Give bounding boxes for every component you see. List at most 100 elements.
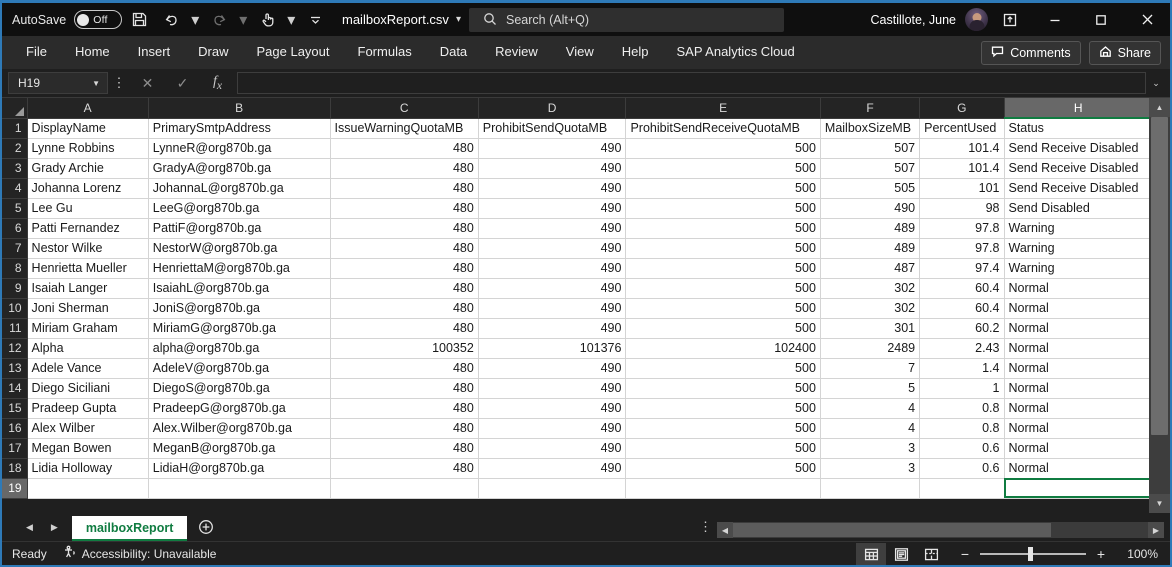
name-box-chevron-down-icon[interactable]: ▼ [92, 79, 100, 88]
row-header-11[interactable]: 11 [2, 318, 28, 339]
column-header-a[interactable]: A [27, 98, 149, 119]
row-header-9[interactable]: 9 [2, 278, 28, 299]
cell-D9[interactable]: 490 [478, 278, 627, 299]
cell-G10[interactable]: 60.4 [919, 298, 1005, 319]
zoom-level[interactable]: 100% [1114, 547, 1158, 561]
normal-view-icon[interactable] [856, 543, 886, 565]
scroll-down-icon[interactable]: ▼ [1149, 494, 1170, 513]
cell-G15[interactable]: 0.8 [919, 398, 1005, 419]
cell-B11[interactable]: MiriamG@org870b.ga [148, 318, 331, 339]
cell-G13[interactable]: 1.4 [919, 358, 1005, 379]
cell-D16[interactable]: 490 [478, 418, 627, 439]
cell-D1[interactable]: ProhibitSendQuotaMB [478, 118, 627, 139]
cell-A17[interactable]: Megan Bowen [27, 438, 149, 459]
ribbon-tab-review[interactable]: Review [482, 39, 551, 65]
cell-A5[interactable]: Lee Gu [27, 198, 149, 219]
cell-G9[interactable]: 60.4 [919, 278, 1005, 299]
cell-F7[interactable]: 489 [820, 238, 921, 259]
cell-C19[interactable] [330, 478, 479, 499]
cell-F8[interactable]: 487 [820, 258, 921, 279]
ribbon-tab-formulas[interactable]: Formulas [345, 39, 425, 65]
row-header-6[interactable]: 6 [2, 218, 28, 239]
cell-D7[interactable]: 490 [478, 238, 627, 259]
cell-B15[interactable]: PradeepG@org870b.ga [148, 398, 331, 419]
column-header-f[interactable]: F [820, 98, 921, 119]
row-header-7[interactable]: 7 [2, 238, 28, 259]
vertical-scroll-thumb[interactable] [1151, 117, 1168, 435]
cell-A11[interactable]: Miriam Graham [27, 318, 149, 339]
cell-A9[interactable]: Isaiah Langer [27, 278, 149, 299]
row-header-16[interactable]: 16 [2, 418, 28, 439]
cell-H8[interactable]: Warning [1004, 258, 1153, 279]
cell-B17[interactable]: MeganB@org870b.ga [148, 438, 331, 459]
ribbon-tab-sap-analytics-cloud[interactable]: SAP Analytics Cloud [664, 39, 808, 65]
row-header-2[interactable]: 2 [2, 138, 28, 159]
cell-C5[interactable]: 480 [330, 198, 479, 219]
cell-C2[interactable]: 480 [330, 138, 479, 159]
zoom-in-button[interactable]: + [1094, 546, 1108, 562]
cell-H16[interactable]: Normal [1004, 418, 1153, 439]
cell-D11[interactable]: 490 [478, 318, 627, 339]
zoom-out-button[interactable]: − [958, 546, 972, 562]
cell-C11[interactable]: 480 [330, 318, 479, 339]
cell-A1[interactable]: DisplayName [27, 118, 149, 139]
add-sheet-icon[interactable] [187, 513, 225, 541]
ribbon-display-options-icon[interactable] [988, 3, 1032, 36]
cell-E1[interactable]: ProhibitSendReceiveQuotaMB [625, 118, 821, 139]
cell-G14[interactable]: 1 [919, 378, 1005, 399]
cell-H7[interactable]: Warning [1004, 238, 1153, 259]
cell-E9[interactable]: 500 [625, 278, 821, 299]
cell-B4[interactable]: JohannaL@org870b.ga [148, 178, 331, 199]
ribbon-tab-page-layout[interactable]: Page Layout [244, 39, 343, 65]
row-header-1[interactable]: 1 [2, 118, 28, 139]
cancel-icon[interactable]: ✕ [130, 72, 165, 94]
cell-A13[interactable]: Adele Vance [27, 358, 149, 379]
cell-A6[interactable]: Patti Fernandez [27, 218, 149, 239]
comments-button[interactable]: Comments [981, 40, 1081, 65]
cell-H12[interactable]: Normal [1004, 338, 1153, 359]
cell-B19[interactable] [148, 478, 331, 499]
document-title-chevron-down-icon[interactable]: ▾ [456, 14, 461, 25]
cell-A12[interactable]: Alpha [27, 338, 149, 359]
scroll-up-icon[interactable]: ▲ [1149, 98, 1170, 117]
cell-D12[interactable]: 101376 [478, 338, 627, 359]
cell-H15[interactable]: Normal [1004, 398, 1153, 419]
cell-E16[interactable]: 500 [625, 418, 821, 439]
cell-H19[interactable] [1004, 478, 1153, 499]
cell-C12[interactable]: 100352 [330, 338, 479, 359]
zoom-slider[interactable] [980, 547, 1086, 561]
cell-C13[interactable]: 480 [330, 358, 479, 379]
previous-sheet-icon[interactable]: ◀ [26, 522, 33, 533]
column-header-c[interactable]: C [330, 98, 479, 119]
undo-dropdown-chevron-down-icon[interactable]: ▾ [188, 7, 202, 33]
cell-C16[interactable]: 480 [330, 418, 479, 439]
row-header-12[interactable]: 12 [2, 338, 28, 359]
cell-D5[interactable]: 490 [478, 198, 627, 219]
cell-E13[interactable]: 500 [625, 358, 821, 379]
cell-E18[interactable]: 500 [625, 458, 821, 479]
cell-C15[interactable]: 480 [330, 398, 479, 419]
cell-H9[interactable]: Normal [1004, 278, 1153, 299]
cell-F16[interactable]: 4 [820, 418, 921, 439]
cell-F2[interactable]: 507 [820, 138, 921, 159]
row-header-13[interactable]: 13 [2, 358, 28, 379]
cell-E11[interactable]: 500 [625, 318, 821, 339]
cell-C1[interactable]: IssueWarningQuotaMB [330, 118, 479, 139]
cell-D17[interactable]: 490 [478, 438, 627, 459]
avatar[interactable] [965, 8, 988, 31]
touch-mode-icon[interactable] [252, 7, 282, 33]
cell-G3[interactable]: 101.4 [919, 158, 1005, 179]
cell-B6[interactable]: PattiF@org870b.ga [148, 218, 331, 239]
vertical-scroll-track[interactable] [1149, 117, 1170, 494]
cell-F4[interactable]: 505 [820, 178, 921, 199]
cell-F17[interactable]: 3 [820, 438, 921, 459]
cell-C18[interactable]: 480 [330, 458, 479, 479]
cell-F1[interactable]: MailboxSizeMB [820, 118, 921, 139]
cell-A18[interactable]: Lidia Holloway [27, 458, 149, 479]
cell-D14[interactable]: 490 [478, 378, 627, 399]
cell-G5[interactable]: 98 [919, 198, 1005, 219]
cell-A14[interactable]: Diego Siciliani [27, 378, 149, 399]
cell-D8[interactable]: 490 [478, 258, 627, 279]
cell-F12[interactable]: 2489 [820, 338, 921, 359]
cell-D2[interactable]: 490 [478, 138, 627, 159]
